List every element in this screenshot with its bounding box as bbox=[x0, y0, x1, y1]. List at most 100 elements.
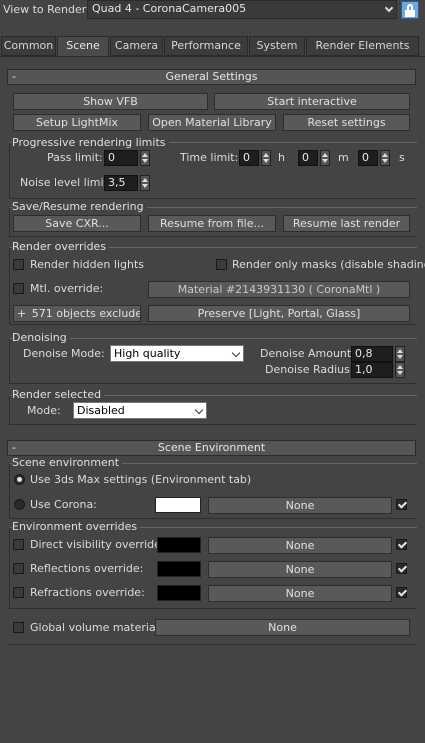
tab-performance-label: Performance bbox=[171, 39, 241, 52]
tab-camera-label: Camera bbox=[114, 39, 159, 52]
hidden-lights-checkbox[interactable] bbox=[13, 259, 24, 270]
exclude-plus-button[interactable]: + 571 objects excluded... bbox=[13, 305, 141, 322]
render-selected-mode-value: Disabled bbox=[77, 404, 125, 417]
preserve-button[interactable]: Preserve [Light, Portal, Glass] bbox=[148, 305, 410, 322]
denoise-amount-label: Denoise Amount: bbox=[260, 347, 355, 360]
denoise-amount-input[interactable]: 0,8 bbox=[351, 346, 393, 362]
chevron-down-icon bbox=[231, 348, 241, 358]
scene-environment-rollout[interactable]: - Scene Environment bbox=[7, 440, 416, 456]
open-material-library-button[interactable]: Open Material Library bbox=[148, 114, 276, 131]
resume-last-render-button[interactable]: Resume last render bbox=[283, 215, 410, 232]
denoise-amount-spinner[interactable] bbox=[395, 346, 405, 362]
general-settings-title: General Settings bbox=[165, 70, 258, 83]
minutes-input[interactable]: 0 bbox=[298, 150, 318, 166]
tab-render-elements[interactable]: Render Elements bbox=[306, 36, 419, 56]
excluded-objects-label: 571 objects excluded... bbox=[31, 307, 140, 320]
denoise-mode-value: High quality bbox=[114, 347, 181, 360]
chevron-down-icon bbox=[194, 405, 204, 415]
show-vfb-button[interactable]: Show VFB bbox=[13, 93, 208, 110]
refractions-map-checkbox[interactable] bbox=[396, 587, 407, 598]
plus-icon: + bbox=[17, 307, 27, 320]
global-volume-material-button[interactable]: None bbox=[155, 619, 410, 636]
tab-camera[interactable]: Camera bbox=[110, 36, 163, 56]
denoise-radius-spinner[interactable] bbox=[395, 362, 405, 378]
only-masks-checkbox[interactable] bbox=[216, 259, 227, 270]
chevron-down-icon bbox=[384, 3, 394, 13]
material-override-button[interactable]: Material #2143931130 ( CoronaMtl ) bbox=[148, 281, 410, 298]
use-corona-radio[interactable] bbox=[14, 499, 25, 510]
minutes-spinner[interactable] bbox=[320, 150, 330, 166]
global-volume-checkbox[interactable] bbox=[13, 622, 24, 633]
tab-divider bbox=[0, 56, 425, 57]
general-settings-rollout[interactable]: - General Settings bbox=[7, 69, 416, 85]
seconds-input[interactable]: 0 bbox=[358, 150, 378, 166]
resume-from-file-button[interactable]: Resume from file... bbox=[148, 215, 276, 232]
tab-scene[interactable]: Scene bbox=[57, 36, 109, 57]
only-masks-label: Render only masks (disable shading) bbox=[232, 258, 425, 271]
direct-visibility-label: Direct visibility override: bbox=[30, 538, 165, 551]
corona-map-toggle-checkbox[interactable] bbox=[396, 499, 407, 510]
tab-system[interactable]: System bbox=[249, 36, 305, 56]
use-corona-label: Use Corona: bbox=[30, 498, 97, 511]
minutes-unit: m bbox=[338, 151, 349, 164]
pass-limit-input[interactable]: 0 bbox=[104, 150, 138, 166]
save-resume-title: Save/Resume rendering bbox=[12, 200, 147, 213]
noise-level-input[interactable]: 3,5 bbox=[104, 175, 138, 191]
denoising-title: Denoising bbox=[12, 331, 70, 344]
pass-limit-label: Pass limit: bbox=[47, 151, 103, 164]
mtl-override-checkbox[interactable] bbox=[13, 283, 24, 294]
corona-map-button[interactable]: None bbox=[208, 497, 392, 514]
scene-environment-group-title: Scene environment bbox=[12, 456, 123, 469]
direct-visibility-map-button[interactable]: None bbox=[208, 537, 392, 554]
global-volume-label: Global volume material: bbox=[30, 621, 163, 634]
lock-icon[interactable] bbox=[401, 1, 419, 19]
refractions-map-button[interactable]: None bbox=[208, 585, 392, 602]
render-selected-mode-dropdown[interactable]: Disabled bbox=[73, 402, 207, 419]
denoise-radius-input[interactable]: 1,0 bbox=[351, 362, 393, 378]
use-3ds-radio[interactable] bbox=[14, 474, 25, 485]
noise-level-spinner[interactable] bbox=[140, 175, 150, 191]
render-selected-mode-label: Mode: bbox=[27, 404, 61, 417]
tab-common-label: Common bbox=[3, 39, 54, 52]
pass-limit-spinner[interactable] bbox=[140, 150, 150, 166]
time-limit-label: Time limit: bbox=[180, 151, 239, 164]
seconds-spinner[interactable] bbox=[380, 150, 390, 166]
denoise-mode-dropdown[interactable]: High quality bbox=[110, 345, 244, 362]
reflections-map-button[interactable]: None bbox=[208, 561, 392, 578]
render-overrides-title: Render overrides bbox=[12, 240, 110, 253]
start-interactive-button[interactable]: Start interactive bbox=[214, 93, 410, 110]
denoise-radius-label: Denoise Radius: bbox=[265, 363, 354, 376]
refractions-checkbox[interactable] bbox=[13, 587, 24, 598]
direct-visibility-map-checkbox[interactable] bbox=[396, 539, 407, 550]
hours-unit: h bbox=[278, 151, 285, 164]
refractions-color-swatch[interactable] bbox=[157, 585, 201, 601]
hours-spinner[interactable] bbox=[261, 150, 271, 166]
use-3ds-label: Use 3ds Max settings (Environment tab) bbox=[30, 473, 252, 486]
setup-lightmix-button[interactable]: Setup LightMix bbox=[13, 114, 141, 131]
seconds-unit: s bbox=[399, 151, 405, 164]
tab-scene-label: Scene bbox=[66, 39, 100, 52]
reset-settings-button[interactable]: Reset settings bbox=[283, 114, 410, 131]
environment-overrides-title: Environment overrides bbox=[12, 520, 141, 533]
progressive-title: Progressive rendering limits bbox=[12, 136, 169, 149]
refractions-label: Refractions override: bbox=[30, 586, 145, 599]
view-to-render-dropdown[interactable]: Quad 4 - CoronaCamera005 bbox=[87, 0, 397, 19]
reflections-color-swatch[interactable] bbox=[157, 561, 201, 577]
tab-performance[interactable]: Performance bbox=[164, 36, 248, 56]
scene-environment-title: Scene Environment bbox=[157, 441, 266, 454]
save-cxr-button[interactable]: Save CXR... bbox=[13, 215, 141, 232]
collapse-icon: - bbox=[12, 441, 16, 454]
tab-render-elements-label: Render Elements bbox=[315, 39, 410, 52]
view-to-render-value: Quad 4 - CoronaCamera005 bbox=[92, 2, 247, 15]
collapse-icon: - bbox=[12, 70, 16, 83]
reflections-label: Reflections override: bbox=[30, 562, 144, 575]
direct-visibility-checkbox[interactable] bbox=[13, 539, 24, 550]
hours-input[interactable]: 0 bbox=[239, 150, 259, 166]
corona-color-swatch[interactable] bbox=[155, 497, 201, 513]
panel-bottom-divider bbox=[7, 644, 417, 645]
reflections-map-checkbox[interactable] bbox=[396, 563, 407, 574]
tab-common[interactable]: Common bbox=[1, 36, 56, 56]
tab-system-label: System bbox=[256, 39, 298, 52]
direct-visibility-color-swatch[interactable] bbox=[157, 537, 201, 553]
reflections-checkbox[interactable] bbox=[13, 563, 24, 574]
